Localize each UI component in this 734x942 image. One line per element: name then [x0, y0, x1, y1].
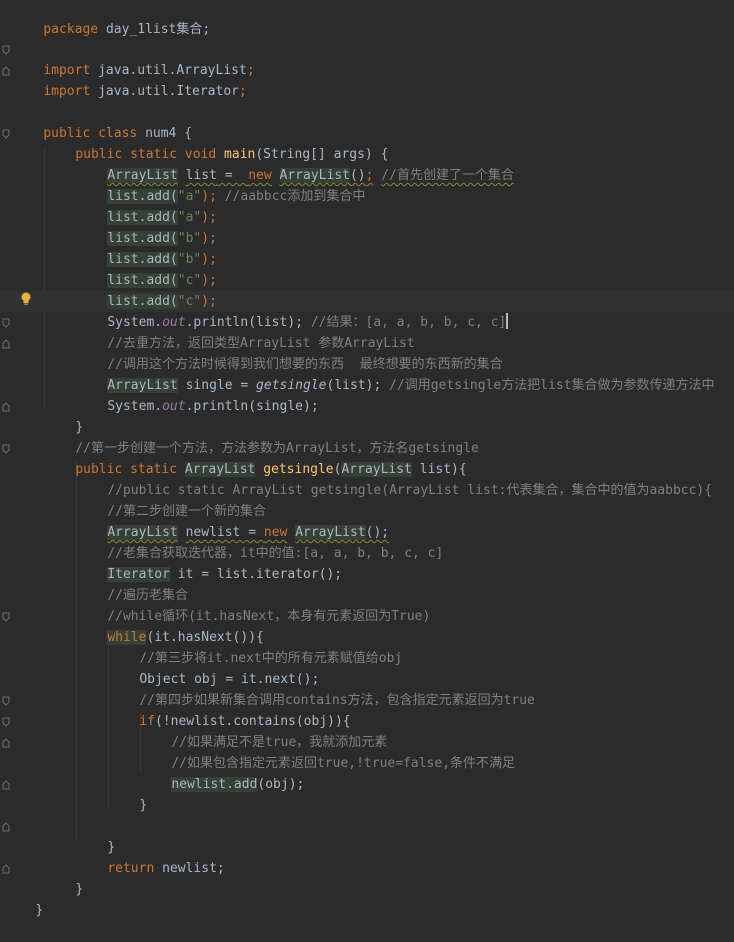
code-line-comment-if-contains[interactable]: //如果包含指定元素返回true,!true=false,条件不满足: [140, 732, 515, 771]
fold-icon[interactable]: [2, 738, 10, 748]
code-line-comment-step4[interactable]: //第四步如果新集合调用contains方法，包含指定元素返回为true: [108, 669, 535, 708]
fold-icon[interactable]: [2, 864, 10, 874]
code-line-package[interactable]: package day_1list集合;: [12, 0, 210, 37]
code-line-getsingle-decl[interactable]: public static ArrayList getsingle(ArrayL…: [44, 438, 467, 477]
code-line-close-main[interactable]: }: [44, 396, 83, 435]
keyword-import: import: [43, 84, 91, 99]
println-single-call: .println(single);: [185, 399, 319, 414]
code-line-class-decl[interactable]: public class num4 {: [12, 102, 192, 141]
fold-icon[interactable]: [2, 66, 10, 76]
code-line-if[interactable]: if(!newlist.contains(obj)){: [108, 690, 350, 729]
code-line-iterator-decl[interactable]: Iterator it = list.iterator();: [76, 543, 342, 582]
code-line-close-getsingle[interactable]: }: [44, 858, 83, 897]
code-line-comment-step3[interactable]: //第三步将it.next中的所有元素赋值给obj: [108, 627, 402, 666]
fold-icon[interactable]: [2, 129, 10, 139]
fold-icon[interactable]: [2, 318, 10, 328]
code-line-close-if[interactable]: }: [108, 774, 147, 813]
code-line-comment-call[interactable]: //调用这个方法时候得到我们想要的东西 最终想要的东西新的集合: [76, 333, 502, 372]
code-line-close-while[interactable]: }: [76, 816, 115, 855]
code-line-comment-while[interactable]: //while循环(it.hasNext，本身有元素返回为True): [76, 585, 430, 624]
close-brace: }: [139, 798, 148, 813]
code-line-main-decl[interactable]: public static void main(String[] args) {: [44, 123, 388, 162]
fold-icon[interactable]: [2, 780, 10, 790]
fold-icon[interactable]: [2, 402, 10, 412]
close-brace: }: [75, 882, 84, 897]
code-editor[interactable]: package day_1list集合; import java.util.Ar…: [0, 0, 734, 918]
package-name: day_1list集合;: [105, 22, 211, 37]
system-class: System.: [107, 399, 163, 414]
comment-call-getsingle: //调用getsingle方法把list集合做为参数传递方法中: [389, 378, 715, 393]
comment-aabbcc: //aabbcc添加到集合中: [224, 189, 366, 204]
fold-icon[interactable]: [2, 822, 10, 832]
keyword-package: package: [43, 22, 99, 37]
code-line-comment-step2[interactable]: //第二步创建一个新的集合: [76, 480, 266, 519]
close-brace: }: [35, 903, 44, 918]
code-line-comment-step1[interactable]: //第一步创建一个方法，方法参数为ArrayList，方法名getsingle: [44, 417, 479, 456]
code-line-comment-public-sig[interactable]: //public static ArrayList getsingle(Arra…: [76, 459, 712, 498]
import-iterator: java.util.Iterator: [98, 84, 239, 99]
text-caret: [506, 313, 509, 329]
code-line-add-c2[interactable]: list.add("c");: [76, 270, 217, 309]
code-line-list-decl[interactable]: ArrayList list = new ArrayList(); //首先创建…: [76, 144, 514, 183]
fold-icon[interactable]: [2, 339, 10, 349]
newlist-add-args: (obj);: [257, 777, 305, 792]
code-line-add-a1[interactable]: list.add("a"); //aabbcc添加到集合中: [76, 165, 365, 204]
code-line-comment-if-true[interactable]: //如果满足不是true，我就添加元素: [140, 711, 387, 750]
fold-icon[interactable]: [2, 717, 10, 727]
code-line-import-iterator[interactable]: import java.util.Iterator;: [12, 60, 247, 99]
fold-icon[interactable]: [2, 444, 10, 454]
code-line-add-c1[interactable]: list.add("c");: [76, 249, 217, 288]
code-line-while[interactable]: while(it.hasNext()){: [76, 606, 264, 645]
code-line-comment-traverse[interactable]: //遍历老集合: [76, 564, 188, 603]
comment-create-set: //首先创建了一个集合: [381, 168, 514, 183]
keyword-return: return: [107, 861, 155, 876]
iterator-decl: it = list.iterator();: [169, 567, 343, 582]
fold-icon[interactable]: [2, 45, 10, 55]
code-line-obj-decl[interactable]: Object obj = it.next();: [108, 648, 319, 687]
code-line-println-list[interactable]: System.out.println(list); //结果：[a, a, b,…: [76, 291, 509, 330]
indent-guide: [44, 147, 45, 409]
code-line-import-arraylist[interactable]: import java.util.ArrayList;: [12, 39, 254, 78]
code-line-close-class[interactable]: }: [4, 879, 43, 918]
code-line-comment-dedupe[interactable]: //去重方法，返回类型ArrayList 参数ArrayList: [76, 312, 414, 351]
fold-icon[interactable]: [2, 696, 10, 706]
code-line-println-single[interactable]: System.out.println(single);: [76, 375, 318, 414]
code-line-add-a2[interactable]: list.add("a");: [76, 186, 217, 225]
fold-icon[interactable]: [2, 612, 10, 622]
code-line-add-b1[interactable]: list.add("b");: [76, 207, 217, 246]
code-line-newlist-decl[interactable]: ArrayList newlist = new ArrayList();: [76, 501, 389, 540]
getsingle-call-args: (list);: [326, 378, 382, 393]
code-line-add-b2[interactable]: list.add("b");: [76, 228, 217, 267]
lightbulb-icon[interactable]: [20, 292, 32, 306]
code-line-single-decl[interactable]: ArrayList single = getsingle(list); //调用…: [76, 354, 715, 393]
code-line-return[interactable]: return newlist;: [76, 837, 224, 876]
return-stmt: newlist;: [162, 861, 225, 876]
code-line-newlist-add[interactable]: newlist.add(obj);: [140, 753, 304, 792]
code-line-comment-iterator[interactable]: //老集合获取迭代器，it中的值:[a, a, b, b, c, c]: [76, 522, 443, 561]
field-out: out: [162, 399, 186, 414]
newlist-add-call: newlist.add: [171, 777, 258, 792]
